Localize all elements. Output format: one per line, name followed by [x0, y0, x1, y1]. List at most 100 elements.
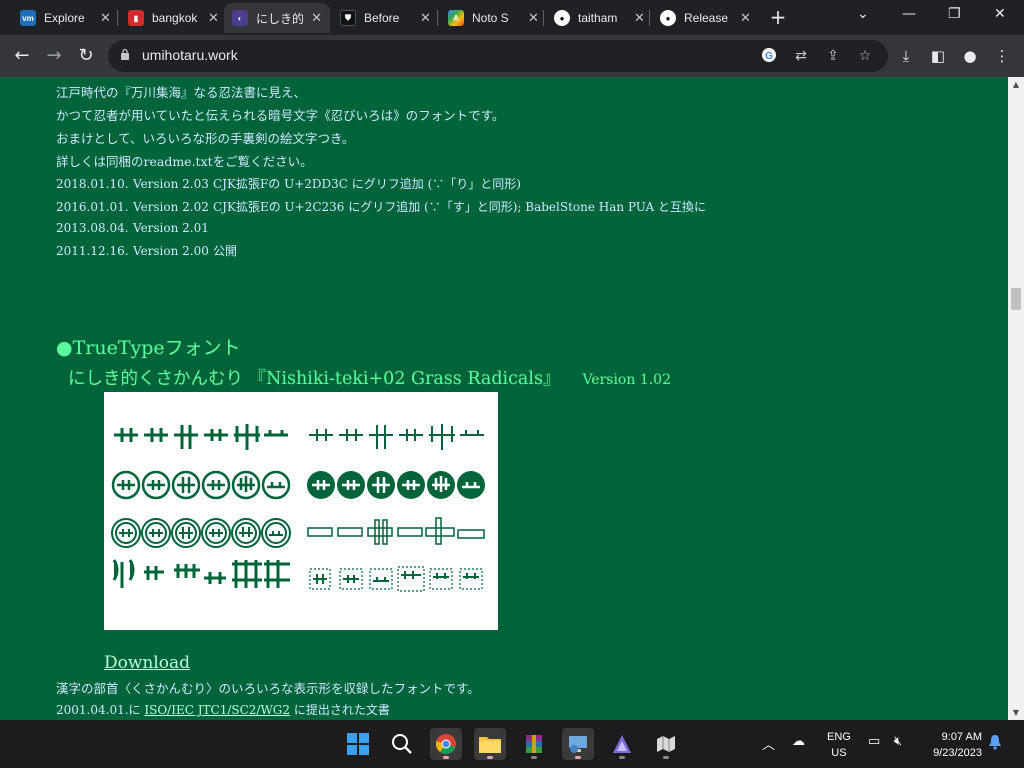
winrar-icon — [526, 735, 542, 753]
start-button[interactable] — [342, 728, 374, 760]
address-bar[interactable]: umihotaru.work G ⇄ ⇪ ☆ — [108, 40, 888, 72]
svg-text:G: G — [765, 51, 773, 62]
close-tab-icon[interactable]: ✕ — [420, 10, 431, 26]
tab-release[interactable]: ● Release ✕ — [652, 3, 759, 33]
tab-separator — [543, 10, 544, 26]
taskbar-file-explorer[interactable] — [474, 728, 506, 760]
tab-favicon-icon: ◐ — [232, 10, 248, 26]
new-tab-button[interactable]: + — [768, 5, 788, 29]
lock-icon[interactable] — [120, 48, 130, 60]
onedrive-cloud-icon[interactable]: ☁ — [792, 734, 805, 749]
history-date: 2018.01.10. — [56, 177, 129, 191]
bookmark-star-icon[interactable]: ☆ — [856, 47, 874, 65]
close-tab-icon[interactable]: ✕ — [208, 10, 219, 26]
language-indicator[interactable]: ENG US — [827, 729, 851, 761]
shield-favicon-icon: ⛊ — [340, 10, 356, 26]
tab-title: bangkok — [152, 11, 198, 25]
tab-separator — [437, 10, 438, 26]
tab-noto[interactable]: A Noto S ✕ — [440, 3, 547, 33]
close-tab-icon[interactable]: ✕ — [528, 10, 539, 26]
history-date: 2013.08.04. — [56, 221, 129, 235]
history-note: CJK拡張Fの U+2DD3C にグリフ追加 (∵「り」と同形) — [213, 177, 521, 191]
intro-line: かつて忍者が用いていたと伝えられる暗号文字《忍びいろは》のフォントです。 — [56, 108, 505, 123]
tab-title: Before — [364, 11, 400, 25]
running-indicator — [531, 756, 537, 759]
running-indicator — [443, 756, 449, 759]
taskbar-chrome[interactable] — [430, 728, 462, 760]
taskbar-winrar[interactable] — [518, 728, 550, 760]
taskbar-app-a[interactable] — [606, 728, 638, 760]
font-title: にしき的くさかんむり 『Nishiki-teki+02 Grass Radica… — [68, 369, 561, 389]
history-row: 2013.08.04. Version 2.01 — [56, 221, 213, 235]
scrollbar-thumb[interactable] — [1011, 288, 1021, 310]
wg2-link[interactable]: ISO/IEC JTC1/SC2/WG2 — [144, 703, 290, 717]
folder-icon — [479, 737, 501, 753]
grass-radical-glyphs-image — [111, 424, 485, 592]
page-viewport: 江戸時代の『万川集海』なる忍法書に見え、 かつて忍者が用いていたと伝えられる暗号… — [0, 77, 1008, 720]
history-note: 公開 — [213, 244, 238, 258]
tab-search-chevron-icon[interactable]: ⌄ — [857, 6, 869, 22]
scroll-down-arrow-icon[interactable]: ▼ — [1012, 708, 1020, 717]
section-heading: ●TrueTypeフォント — [56, 337, 241, 359]
translate-icon[interactable]: ⇄ — [792, 47, 810, 65]
back-button[interactable]: ← — [10, 44, 34, 68]
tab-strip: vm Explore ✕ ▮ bangkok ✕ ◐ にしき的 ✕ ⛊ Befo… — [0, 0, 1024, 35]
show-hidden-icons-chevron-icon[interactable]: ︿ — [762, 734, 775, 753]
windows-taskbar: ︿ ☁ ENG US ▭ 🔇︎ 9:07 AM 9/23/2023 — [0, 720, 1024, 768]
history-row: 2018.01.10. Version 2.03 CJK拡張Fの U+2DD3C に… — [56, 175, 521, 192]
taskbar-app-map[interactable] — [650, 728, 682, 760]
chrome-icon — [436, 734, 456, 754]
minimize-button[interactable]: — — [902, 6, 916, 22]
tab-title: Noto S — [472, 11, 509, 25]
running-indicator — [575, 756, 581, 759]
side-panel-icon[interactable]: ◧ — [928, 46, 948, 66]
tab-nishikiteki[interactable]: ◐ にしき的 ✕ — [224, 3, 330, 33]
triangle-app-icon — [613, 735, 631, 753]
reload-button[interactable]: ↻ — [74, 44, 98, 68]
menu-kebab-icon[interactable]: ⋮ — [992, 46, 1012, 66]
restore-button[interactable]: ❐ — [948, 6, 961, 22]
github-icon: ● — [660, 10, 676, 26]
taskbar-remote-desktop[interactable] — [562, 728, 594, 760]
tab-bangkok[interactable]: ▮ bangkok ✕ — [120, 3, 227, 33]
history-version: Version 2.01 — [133, 221, 209, 235]
forward-button[interactable]: → — [42, 44, 66, 68]
page-scrollbar[interactable]: ▲ ▼ — [1008, 77, 1024, 720]
history-version: Version 2.03 — [133, 177, 209, 191]
intro-line: おまけとして、いろいろな形の手裏剣の絵文字つき。 — [56, 131, 355, 146]
tab-separator — [117, 10, 118, 26]
close-tab-icon[interactable]: ✕ — [740, 10, 751, 26]
github-icon: ● — [554, 10, 570, 26]
google-lens-icon[interactable]: G — [760, 47, 778, 65]
profile-avatar-icon[interactable]: ● — [960, 46, 980, 66]
history-version: Version 2.00 — [133, 244, 209, 258]
speaker-muted-icon[interactable]: 🔇︎ — [894, 734, 902, 749]
close-tab-icon[interactable]: ✕ — [311, 10, 322, 26]
share-icon[interactable]: ⇪ — [824, 47, 842, 65]
download-icon[interactable]: ⤓ — [896, 46, 916, 66]
font-preview-image — [104, 392, 498, 630]
history-date: 2011.12.16. — [56, 244, 129, 258]
search-button[interactable] — [386, 728, 418, 760]
clock-date: 9/23/2023 — [933, 747, 982, 759]
network-icon[interactable]: ▭ — [868, 734, 880, 749]
history-note: CJK拡張Eの U+2C236 にグリフ追加 (∵「す」と同形); BabelS… — [213, 200, 707, 214]
notification-bell-icon[interactable] — [988, 734, 1002, 754]
history-row: 2011.12.16. Version 2.00 公開 — [56, 242, 237, 259]
tab-before[interactable]: ⛊ Before ✕ — [332, 3, 439, 33]
google-fonts-favicon-icon: A — [448, 10, 464, 26]
history-version: Version 2.02 — [133, 200, 209, 214]
tab-title: taitham — [578, 11, 618, 25]
tab-title: Release — [684, 11, 729, 25]
system-clock[interactable]: 9:07 AM 9/23/2023 — [920, 729, 982, 761]
close-window-button[interactable]: ✕ — [994, 6, 1006, 22]
vmw-favicon-icon: vm — [20, 10, 36, 26]
keyboard-layout: US — [831, 747, 847, 759]
close-tab-icon[interactable]: ✕ — [100, 10, 111, 26]
download-link[interactable]: Download — [104, 653, 190, 673]
close-tab-icon[interactable]: ✕ — [634, 10, 645, 26]
tab-explore[interactable]: vm Explore ✕ — [12, 3, 119, 33]
remote-desktop-icon — [569, 736, 587, 753]
scroll-up-arrow-icon[interactable]: ▲ — [1012, 80, 1020, 89]
tab-taitham[interactable]: ● taitham ✕ — [546, 3, 653, 33]
